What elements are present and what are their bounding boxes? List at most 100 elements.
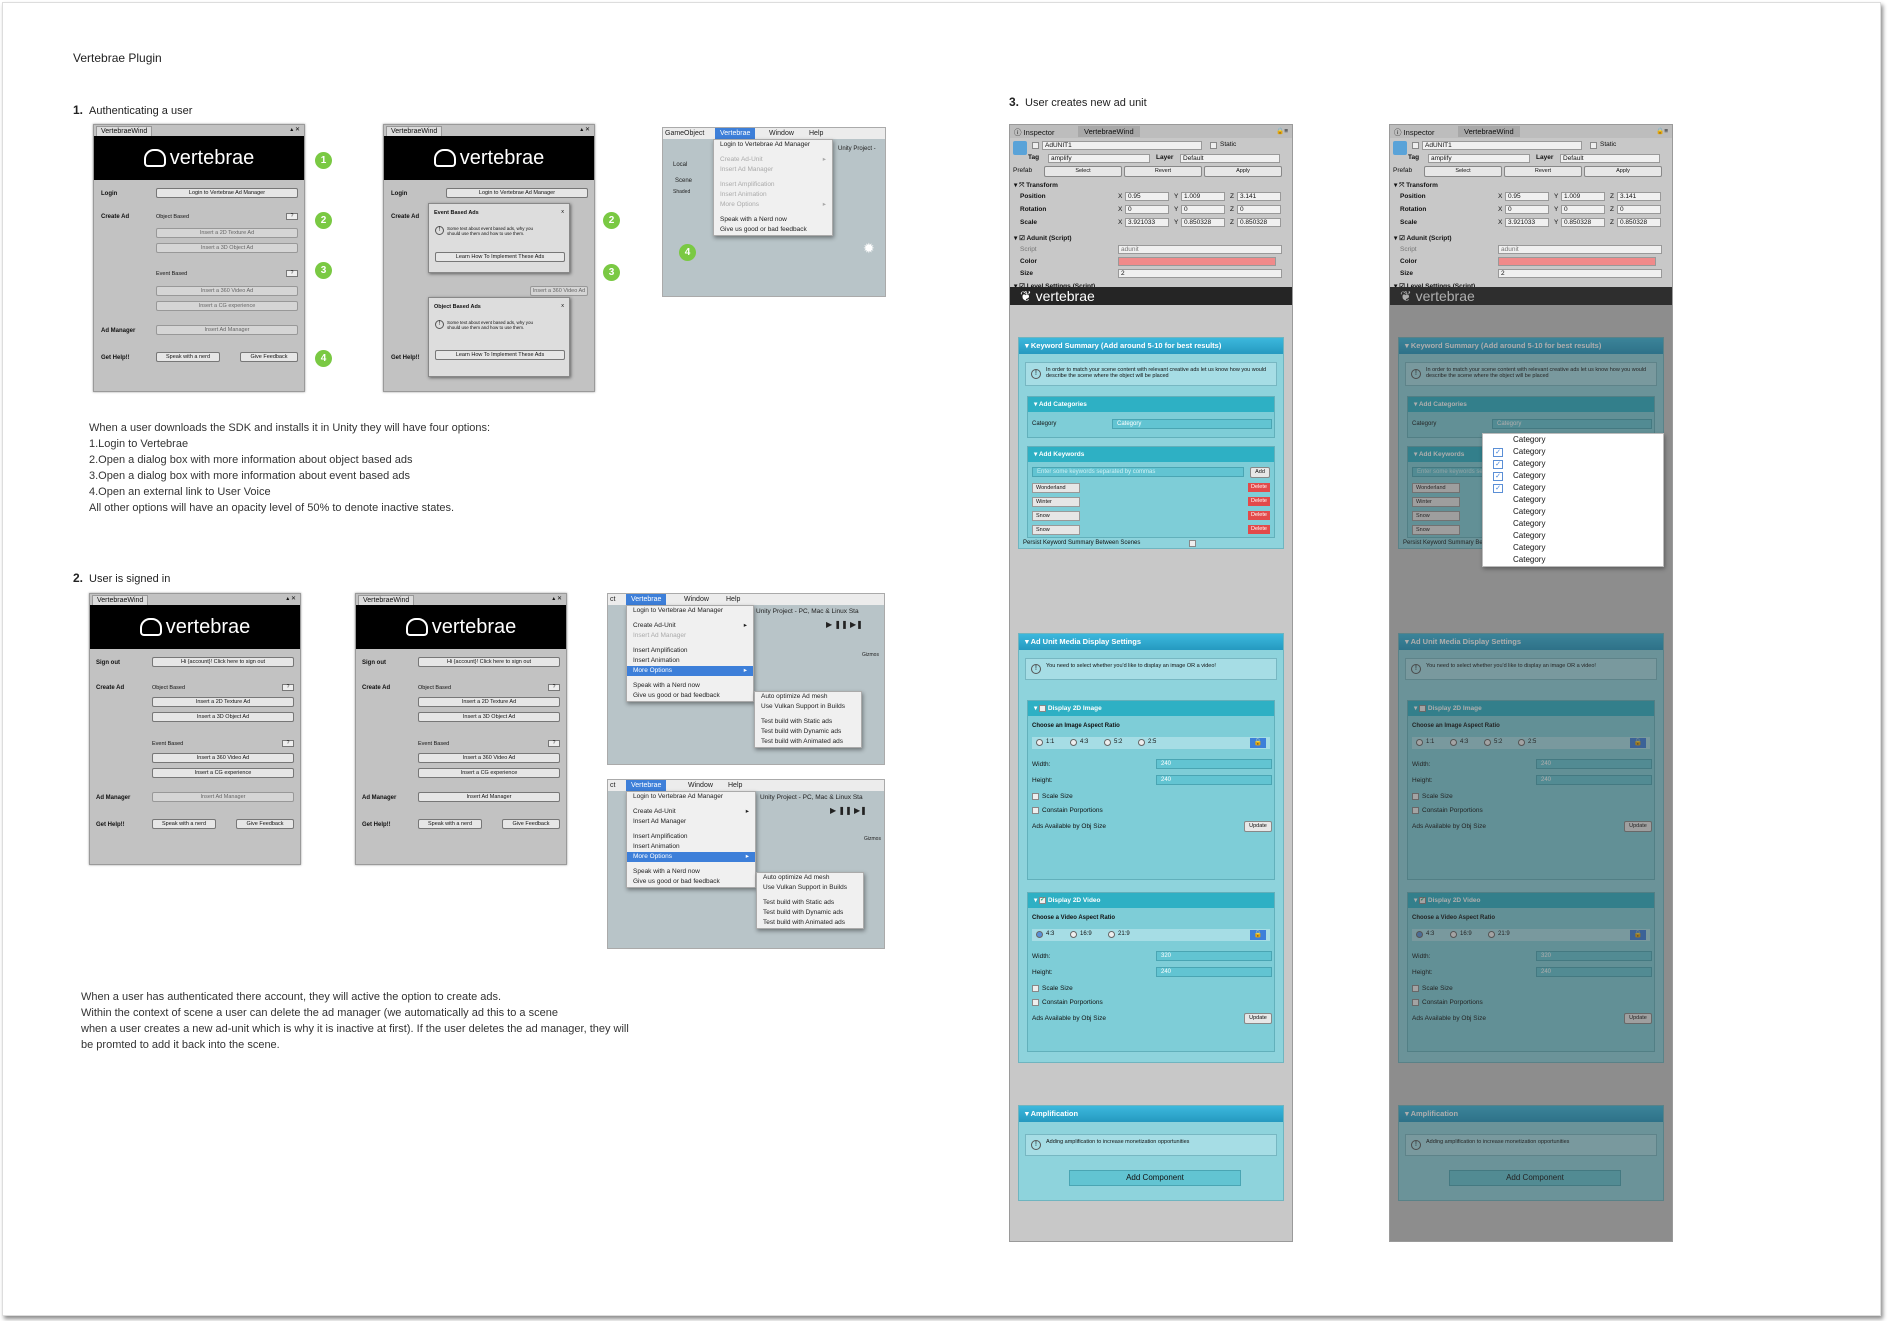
- window-tab[interactable]: VertebraeWind: [386, 126, 443, 136]
- submenu-test-dynamic[interactable]: Test build with Dynamic ads: [757, 908, 863, 918]
- menu-more-options[interactable]: More Options ▸: [627, 852, 755, 862]
- submenu-vulkan[interactable]: Use Vulkan Support in Builds: [755, 702, 861, 712]
- menu-gameobject[interactable]: GameObject: [665, 128, 704, 139]
- window-controls-icon[interactable]: ▴ ✕: [290, 126, 300, 133]
- category-option[interactable]: ✓ Category: [1483, 446, 1663, 458]
- insert-ad-manager-button[interactable]: Insert Ad Manager: [156, 325, 298, 335]
- scale-y[interactable]: 0.850328: [1181, 218, 1225, 227]
- rotation-x[interactable]: 0: [1505, 205, 1549, 214]
- ratio-radio[interactable]: [1104, 739, 1111, 746]
- static-checkbox[interactable]: [1590, 142, 1597, 149]
- event-help-button[interactable]: ?: [286, 270, 298, 277]
- object-help-button[interactable]: ?: [282, 684, 294, 691]
- login-button[interactable]: Login to Vertebrae Ad Manager: [156, 188, 298, 198]
- insert-cg-button[interactable]: Insert a CG experience: [418, 768, 560, 778]
- menu-project[interactable]: ct: [610, 780, 615, 791]
- object-help-button[interactable]: ?: [548, 684, 560, 691]
- tab-inspector[interactable]: ⓘ Inspector: [1014, 127, 1054, 138]
- menu-more-options[interactable]: More Options ▸: [627, 666, 753, 676]
- menu-speak-nerd[interactable]: Speak with a Nerd now: [627, 681, 753, 691]
- menu-window[interactable]: Window: [684, 594, 709, 605]
- menu-window[interactable]: Window: [769, 128, 794, 139]
- submenu-vulkan[interactable]: Use Vulkan Support in Builds: [757, 883, 863, 893]
- delete-keyword-button[interactable]: Delete: [1248, 483, 1270, 492]
- menu-create-ad-unit[interactable]: Create Ad-Unit ▸: [627, 621, 753, 631]
- give-feedback-button[interactable]: Give Feedback: [502, 819, 560, 829]
- lock-icon[interactable]: 🔒: [1250, 738, 1266, 748]
- submenu-auto-optimize[interactable]: Auto optimize Ad mesh: [757, 873, 863, 883]
- menu-help[interactable]: Help: [726, 594, 740, 605]
- color-field[interactable]: [1498, 257, 1656, 266]
- menu-insert-amplification[interactable]: Insert Amplification: [627, 646, 753, 656]
- constrain-checkbox[interactable]: [1032, 999, 1039, 1006]
- ratio-radio[interactable]: [1070, 739, 1077, 746]
- speak-nerd-button[interactable]: Speak with a nerd: [156, 352, 220, 362]
- position-y[interactable]: 1.009: [1181, 192, 1225, 201]
- signout-button[interactable]: Hi {account}! Click here to sign out: [152, 657, 294, 667]
- menu-insert-animation[interactable]: Insert Animation: [627, 656, 753, 666]
- insert-360-button[interactable]: Insert a 360 Video Ad: [156, 286, 298, 296]
- category-dropdown[interactable]: Category: [1112, 419, 1272, 429]
- constrain-checkbox[interactable]: [1032, 807, 1039, 814]
- menu-insert-animation[interactable]: Insert Animation: [714, 190, 832, 200]
- update-button[interactable]: Update: [1244, 1013, 1272, 1024]
- add-categories-header[interactable]: ▾ Add Categories: [1028, 397, 1274, 412]
- tab-vertebraewind[interactable]: VertebraeWind: [1458, 126, 1520, 137]
- object-help-button[interactable]: ?: [286, 213, 298, 220]
- position-x[interactable]: 0.95: [1505, 192, 1549, 201]
- menu-speak-nerd[interactable]: Speak with a Nerd now: [714, 215, 832, 225]
- static-checkbox[interactable]: [1210, 142, 1217, 149]
- category-option[interactable]: ✓ Category: [1483, 470, 1663, 482]
- persist-checkbox[interactable]: [1189, 540, 1196, 547]
- position-z[interactable]: 3.141: [1237, 192, 1281, 201]
- keyword-summary-header[interactable]: ▾ Keyword Summary (Add around 5-10 for b…: [1019, 338, 1283, 354]
- tab-vertebraewind[interactable]: VertebraeWind: [1078, 126, 1140, 137]
- shaded-dropdown[interactable]: Shaded: [673, 189, 690, 195]
- menu-login[interactable]: Login to Vertebrae Ad Manager: [627, 792, 755, 802]
- scale-x[interactable]: 3.921033: [1505, 218, 1549, 227]
- size-field[interactable]: 2: [1498, 269, 1662, 278]
- menu-create-ad-unit[interactable]: Create Ad-Unit ▸: [627, 807, 755, 817]
- tab-inspector[interactable]: ⓘ Inspector: [1394, 127, 1434, 138]
- delete-keyword-button[interactable]: Delete: [1248, 497, 1270, 506]
- insert-3d-button[interactable]: Insert a 3D Object Ad: [152, 712, 294, 722]
- ratio-radio[interactable]: [1108, 931, 1115, 938]
- amplification-header[interactable]: ▾ Amplification: [1019, 1106, 1283, 1122]
- insert-2d-button[interactable]: Insert a 2D Texture Ad: [418, 697, 560, 707]
- insert-360-button[interactable]: Insert a 360 Video Ad: [152, 753, 294, 763]
- position-x[interactable]: 0.95: [1125, 192, 1169, 201]
- menu-insert-amplification[interactable]: Insert Amplification: [627, 832, 755, 842]
- speak-nerd-button[interactable]: Speak with a nerd: [152, 819, 216, 829]
- insert-2d-button[interactable]: Insert a 2D Texture Ad: [152, 697, 294, 707]
- menu-feedback[interactable]: Give us good or bad feedback: [627, 877, 755, 887]
- category-option[interactable]: Category: [1483, 554, 1663, 566]
- category-option[interactable]: ✓ Category: [1483, 458, 1663, 470]
- menu-insert-ad-manager[interactable]: Insert Ad Manager: [714, 165, 832, 175]
- menu-insert-animation[interactable]: Insert Animation: [627, 842, 755, 852]
- gizmos-dropdown[interactable]: Gizmos: [862, 652, 879, 658]
- submenu-test-static[interactable]: Test build with Static ads: [755, 717, 861, 727]
- display-video-header[interactable]: ▾ ✓ Display 2D Video: [1028, 893, 1274, 908]
- prefab-apply-button[interactable]: Apply: [1204, 166, 1282, 177]
- scale-size-checkbox[interactable]: [1032, 985, 1039, 992]
- delete-keyword-button[interactable]: Delete: [1248, 511, 1270, 520]
- insert-3d-button[interactable]: Insert a 3D Object Ad: [156, 243, 298, 253]
- keywords-input[interactable]: Enter some keywords separated by commas: [1032, 467, 1244, 477]
- category-option[interactable]: Category: [1483, 542, 1663, 554]
- window-controls-icon[interactable]: ▴ ✕: [580, 126, 590, 133]
- lock-icon[interactable]: 🔒≡: [1656, 127, 1668, 135]
- scale-size-checkbox[interactable]: [1032, 793, 1039, 800]
- learn-how-button[interactable]: Learn How To Implement These Ads: [435, 350, 565, 360]
- menu-vertebrae[interactable]: Vertebrae: [626, 780, 667, 791]
- window-tab[interactable]: VertebraeWind: [358, 595, 415, 605]
- rotation-x[interactable]: 0: [1125, 205, 1169, 214]
- close-icon[interactable]: x: [561, 209, 564, 215]
- position-z[interactable]: 3.141: [1617, 192, 1661, 201]
- window-controls-icon[interactable]: ▴ ✕: [552, 595, 562, 602]
- tag-dropdown[interactable]: amplify: [1428, 154, 1530, 163]
- menu-feedback[interactable]: Give us good or bad feedback: [627, 691, 753, 701]
- scale-y[interactable]: 0.850328: [1561, 218, 1605, 227]
- menu-vertebrae[interactable]: Vertebrae: [626, 594, 667, 605]
- layer-dropdown[interactable]: Default: [1560, 154, 1660, 163]
- active-checkbox[interactable]: [1032, 142, 1039, 149]
